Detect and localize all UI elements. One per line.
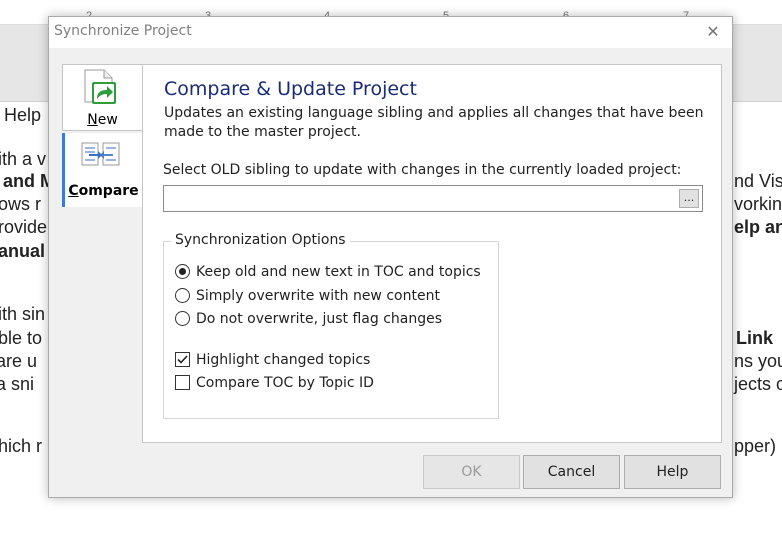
checkbox-highlight-changed[interactable]: Highlight changed topics [175,350,475,370]
ok-button[interactable]: OK [423,455,520,489]
radio-button[interactable] [175,264,190,279]
tab-new-label: New [87,112,118,128]
background-text: rovide [0,217,48,237]
close-icon[interactable]: ✕ [704,23,722,41]
tab-new[interactable]: New [62,64,142,131]
tab-compare[interactable]: Compare [62,133,142,207]
radio-label: Simply overwrite with new content [196,288,440,304]
background-text: jects o [734,374,782,394]
radio-keep-old-and-new[interactable]: Keep old and new text in TOC and topics [175,262,481,282]
background-text: nd Vis [734,171,782,191]
background-text: Help [4,105,42,125]
new-document-arrow-icon [84,69,116,104]
radio-button[interactable] [175,311,190,326]
checkbox[interactable] [175,375,190,390]
background-text: ith sin [0,304,46,324]
checkbox-label: Compare TOC by Topic ID [196,375,374,391]
background-text: ble to [0,328,43,348]
synchronize-project-dialog: Synchronize Project ✕ New Compare Compar… [48,16,733,498]
old-sibling-file-input[interactable]: ... [163,185,703,212]
background-text: ows r [0,194,42,214]
radio-label: Keep old and new text in TOC and topics [196,264,481,280]
background-text: are u [0,351,38,371]
background-text: hich r [0,436,43,456]
panel-heading: Compare & Update Project [164,78,417,100]
radio-flag-changes[interactable]: Do not overwrite, just flag changes [175,309,475,329]
checkbox[interactable] [175,352,190,367]
group-title: Synchronization Options [171,232,350,248]
panel-description: Updates an existing language sibling and… [164,105,704,140]
synchronization-options-group: Synchronization Options Keep old and new… [163,232,499,419]
dialog-titlebar[interactable]: Synchronize Project ✕ [49,17,732,48]
background-text: ns you [734,351,782,371]
radio-button[interactable] [175,288,190,303]
checkbox-label: Highlight changed topics [196,352,371,368]
background-text: elp an [734,217,782,237]
background-text: ith a v [0,149,47,169]
background-text: Link [736,328,774,348]
browse-button[interactable]: ... [679,189,699,208]
cancel-button[interactable]: Cancel [523,455,620,489]
checkmark-icon [177,355,188,364]
help-button[interactable]: Help [624,455,721,489]
background-text: vorkin [734,194,782,214]
background-text: pper) [734,436,777,456]
radio-simply-overwrite[interactable]: Simply overwrite with new content [175,286,475,306]
radio-label: Do not overwrite, just flag changes [196,311,443,327]
dialog-title: Synchronize Project [54,23,192,39]
compare-panel: Compare & Update Project Updates an exis… [142,64,722,443]
checkbox-compare-toc-by-id[interactable]: Compare TOC by Topic ID [175,373,475,393]
background-text: a sni [0,374,35,394]
compare-arrows-icon [81,142,120,166]
background-text: anual [0,241,46,261]
tab-compare-label: Compare [68,183,139,199]
old-sibling-label: Select OLD sibling to update with change… [163,162,682,178]
